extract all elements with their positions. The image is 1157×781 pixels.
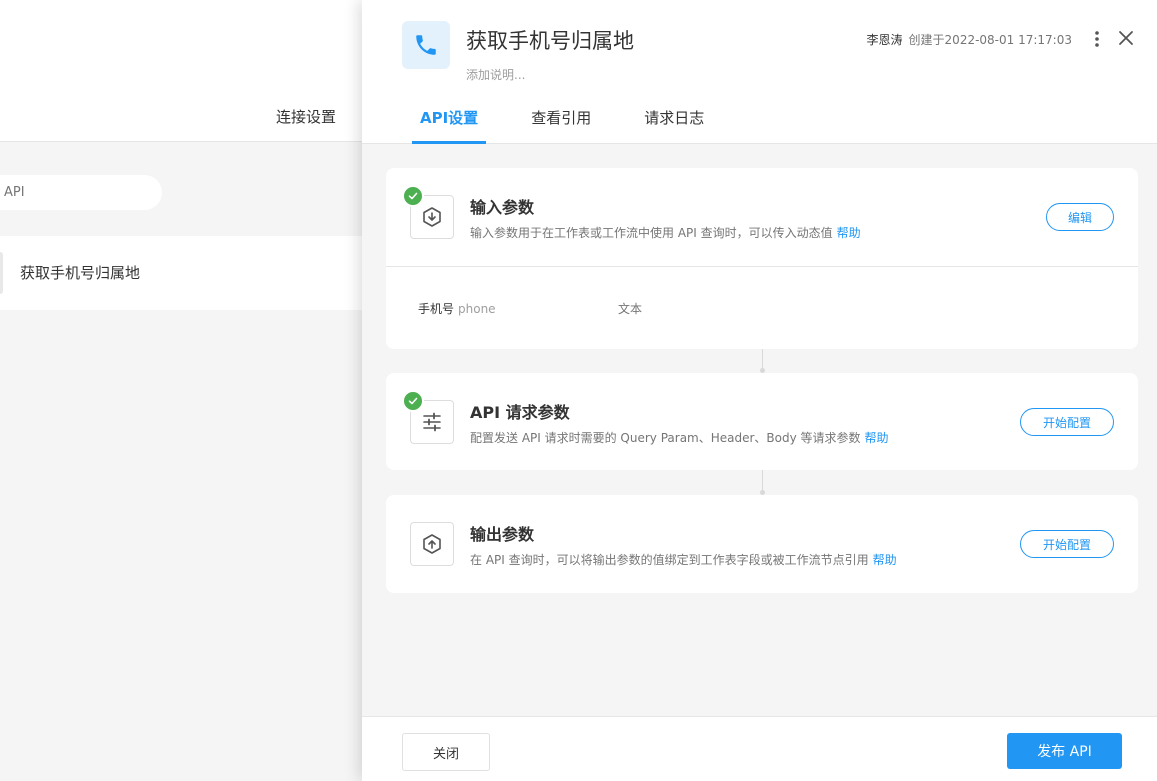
- card-divider: [386, 266, 1138, 267]
- help-link[interactable]: 帮助: [865, 431, 889, 445]
- configure-output-button[interactable]: 开始配置: [1020, 530, 1114, 558]
- drawer-footer: 关闭 发布 API: [362, 716, 1157, 781]
- input-params-desc: 输入参数用于在工作表或工作流中使用 API 查询时，可以传入动态值 帮助: [470, 224, 861, 241]
- creator-name: 李恩涛: [866, 33, 903, 47]
- input-params-title: 输入参数: [470, 198, 535, 217]
- description-input[interactable]: 添加说明...: [466, 66, 525, 83]
- request-params-title: API 请求参数: [470, 403, 570, 422]
- completed-check-icon: [402, 390, 424, 412]
- flow-connector: [760, 470, 765, 495]
- help-link[interactable]: 帮助: [837, 226, 861, 240]
- search-input[interactable]: API: [0, 175, 162, 210]
- request-params-desc-text: 配置发送 API 请求时需要的 Query Param、Header、Body …: [470, 431, 861, 445]
- connection-settings-tab[interactable]: 连接设置: [276, 106, 336, 127]
- configure-request-button[interactable]: 开始配置: [1020, 408, 1114, 436]
- param-type: 文本: [618, 302, 643, 316]
- created-time: 创建于2022-08-01 17:17:03: [908, 33, 1072, 47]
- request-params-desc: 配置发送 API 请求时需要的 Query Param、Header、Body …: [470, 429, 889, 446]
- api-detail-drawer: 获取手机号归属地 添加说明... 李恩涛 创建于2022-08-01 17:17:…: [362, 0, 1157, 781]
- tab-view-references[interactable]: 查看引用: [531, 107, 591, 144]
- list-item[interactable]: 获取手机号归属地: [0, 236, 362, 310]
- help-link[interactable]: 帮助: [873, 553, 897, 567]
- close-button[interactable]: 关闭: [402, 733, 490, 771]
- tab-request-logs[interactable]: 请求日志: [644, 107, 704, 144]
- api-title[interactable]: 获取手机号归属地: [466, 25, 634, 55]
- tab-api-settings[interactable]: API设置: [411, 107, 487, 144]
- input-params-desc-text: 输入参数用于在工作表或工作流中使用 API 查询时，可以传入动态值: [470, 226, 833, 240]
- param-name: 手机号 phone: [418, 300, 496, 317]
- request-params-card: API 请求参数 配置发送 API 请求时需要的 Query Param、Hea…: [386, 373, 1138, 470]
- upload-icon: [410, 522, 454, 566]
- close-icon[interactable]: [1114, 26, 1138, 50]
- drawer-header: 获取手机号归属地 添加说明... 李恩涛 创建于2022-08-01 17:17:…: [362, 0, 1157, 144]
- output-params-desc-text: 在 API 查询时，可以将输出参数的值绑定到工作表字段或被工作流节点引用: [470, 553, 869, 567]
- tab-bar: API设置 查看引用 请求日志: [411, 107, 757, 144]
- param-code: phone: [458, 302, 496, 316]
- phone-icon: [402, 21, 450, 69]
- more-vertical-icon[interactable]: [1090, 28, 1104, 50]
- output-params-desc: 在 API 查询时，可以将输出参数的值绑定到工作表字段或被工作流节点引用 帮助: [470, 551, 897, 568]
- param-label: 手机号: [418, 302, 455, 316]
- flow-connector: [760, 349, 765, 373]
- creation-meta: 李恩涛 创建于2022-08-01 17:17:03: [867, 31, 1072, 48]
- input-params-card: 输入参数 输入参数用于在工作表或工作流中使用 API 查询时，可以传入动态值 帮助…: [386, 168, 1138, 349]
- list-item-label: 获取手机号归属地: [20, 264, 141, 282]
- output-params-title: 输出参数: [470, 525, 535, 544]
- edit-button[interactable]: 编辑: [1046, 203, 1114, 231]
- completed-check-icon: [402, 185, 424, 207]
- list-item-indicator: [0, 252, 3, 294]
- output-params-card: 输出参数 在 API 查询时，可以将输出参数的值绑定到工作表字段或被工作流节点引…: [386, 495, 1138, 593]
- publish-api-button[interactable]: 发布 API: [1007, 733, 1122, 769]
